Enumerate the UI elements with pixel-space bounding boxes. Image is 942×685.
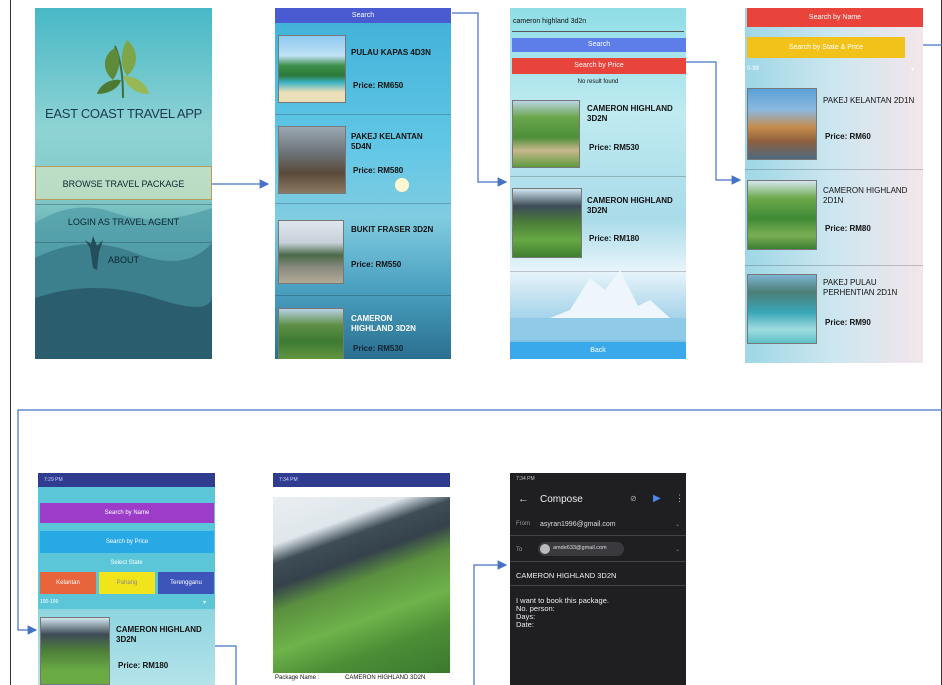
package-thumbnail [747,274,817,344]
package-name: PAKEJ KELANTAN 5D4N [351,132,423,151]
state-button-terengganu[interactable]: Terengganu [158,572,214,594]
list-item[interactable]: PULAU KAPAS 4D3N Price: RM650 [275,25,451,115]
list-item[interactable]: CAMERON HIGHLAND 2D1N Price: RM80 [745,174,923,266]
chevron-down-icon[interactable]: ▾ [911,66,914,73]
search-input[interactable]: cameron highland 3d2n [512,18,684,32]
package-photo [273,497,450,673]
email-body[interactable]: I want to book this package. No. person:… [516,597,609,629]
recipient-chip[interactable]: amde633@gmail.com [538,542,624,556]
list-item[interactable]: CAMERON HIGHLAND 3D2N Price: RM180 [38,609,215,685]
list-item[interactable]: PAKEJ KELANTAN 5D4N Price: RM580 [275,118,451,204]
list-item[interactable]: CAMERON HIGHLAND 3D2N Price: RM530 [510,94,686,177]
back-button[interactable]: Back [510,342,686,359]
search-by-state-price-button[interactable]: Search by State & Price [747,37,905,58]
list-item[interactable]: CAMERON HIGHLAND 3D2N Price: RM180 [510,180,686,272]
status-time: 7:29 PM [44,477,63,483]
screen-search-result: cameron highland 3d2n Search Search by P… [510,8,686,359]
package-name: CAMERON HIGHLAND 3D2N [587,196,673,215]
state-button-kelantan[interactable]: Kelantan [40,572,96,594]
status-bar: 7:34 PM [273,473,450,487]
package-name: PAKEJ PULAU PERHENTIAN 2D1N [823,278,898,297]
compose-title: Compose [540,494,583,505]
divider [510,535,686,536]
browse-package-button[interactable]: BROWSE TRAVEL PACKAGE [35,166,212,200]
divider [510,585,686,586]
search-by-name-button[interactable]: Search by Name [40,503,214,523]
app-title: EAST COAST TRAVEL APP [45,106,202,121]
package-thumbnail [512,188,582,258]
package-price: Price: RM180 [589,234,640,243]
iceberg-illustration [510,270,686,340]
package-thumbnail [278,126,346,194]
package-price: Price: RM530 [353,344,404,353]
search-by-price-button[interactable]: Search by Price [512,58,686,74]
package-name: CAMERON HIGHLAND 3D2N [587,104,673,123]
package-name: PULAU KAPAS 4D3N [351,48,431,57]
chevron-down-icon[interactable]: ▾ [203,599,206,606]
price-range-select[interactable]: 0-99 [747,66,759,72]
screen-state-price-filter: Search by Name Search by State & Price 0… [745,8,923,363]
no-result-text: No result found [577,79,619,85]
list-item[interactable]: BUKIT FRASER 3D2N Price: RM550 [275,206,451,296]
package-name: CAMERON HIGHLAND 2D1N [823,186,908,205]
status-bar: 7:34 PM [510,473,686,485]
package-thumbnail [278,220,344,284]
status-time: 7:34 PM [279,477,298,483]
list-item[interactable]: PAKEJ KELANTAN 2D1N Price: RM60 [745,78,923,170]
package-price: Price: RM530 [589,143,640,152]
screen-filter-result: 7:29 PM Search by Name Search by Price S… [38,473,215,685]
avatar [540,544,550,554]
package-name: CAMERON HIGHLAND 3D2N [351,314,416,333]
package-name: PAKEJ KELANTAN 2D1N [823,96,915,105]
from-field[interactable]: asyran1996@gmail.com [540,521,616,528]
divider [510,561,686,562]
package-price: Price: RM180 [118,661,169,670]
to-field: amde633@gmail.com [553,545,607,551]
login-agent-button[interactable]: LOGIN AS TRAVEL AGENT [35,204,212,238]
package-price: Price: RM650 [353,81,404,90]
screen-package-list: Search PULAU KAPAS 4D3N Price: RM650 PAK… [275,8,451,359]
subject-field[interactable]: CAMERON HIGHLAND 3D2N [516,571,616,580]
body-line: Date: [516,620,534,629]
price-range-select[interactable]: 100-199 [40,599,58,605]
screen-email-compose: 7:34 PM ← Compose ⊘ ▶ ⋮ From asyran1996@… [510,473,686,685]
package-thumbnail [747,180,817,250]
status-bar: 7:29 PM [38,473,215,487]
to-label: To [516,547,523,553]
from-label: From [516,521,530,527]
send-icon[interactable]: ▶ [653,493,661,504]
search-by-price-button[interactable]: Search by Price [40,531,214,553]
package-thumbnail [40,617,110,685]
state-button-pahang[interactable]: Pahang [99,572,155,594]
package-thumbnail [747,88,817,160]
package-name: BUKIT FRASER 3D2N [351,225,434,234]
search-by-name-button[interactable]: Search by Name [747,8,923,27]
package-name-label: Package Name : [275,675,320,681]
package-price: Price: RM90 [825,318,871,327]
about-button[interactable]: ABOUT [35,242,212,276]
package-price: Price: RM60 [825,132,871,141]
package-name: CAMERON HIGHLAND 3D2N [116,625,202,644]
list-item[interactable]: PAKEJ PULAU PERHENTIAN 2D1N Price: RM90 [745,266,923,363]
package-price: Price: RM80 [825,224,871,233]
select-state-label: Select State [110,560,143,566]
chevron-down-icon[interactable]: ⌄ [675,546,680,553]
package-thumbnail [278,35,346,103]
search-button[interactable]: Search [275,8,451,23]
package-price: Price: RM580 [353,166,404,175]
package-thumbnail [512,100,580,168]
attach-icon[interactable]: ⊘ [630,494,637,503]
chevron-down-icon[interactable]: ⌄ [675,521,680,528]
screen-package-detail: 7:34 PM Package Name : CAMERON HIGHLAND … [273,473,450,685]
status-time: 7:34 PM [516,476,535,482]
more-options-icon[interactable]: ⋮ [675,493,684,504]
search-button[interactable]: Search [512,38,686,52]
back-arrow-icon[interactable]: ← [518,493,529,505]
package-name-value: CAMERON HIGHLAND 3D2N [345,675,426,681]
package-thumbnail [278,308,344,359]
screen-home: EAST COAST TRAVEL APP BROWSE TRAVEL PACK… [35,8,212,359]
leaf-logo-icon [97,40,149,99]
package-price: Price: RM550 [351,260,402,269]
list-item[interactable]: CAMERON HIGHLAND 3D2N Price: RM530 [275,300,451,359]
